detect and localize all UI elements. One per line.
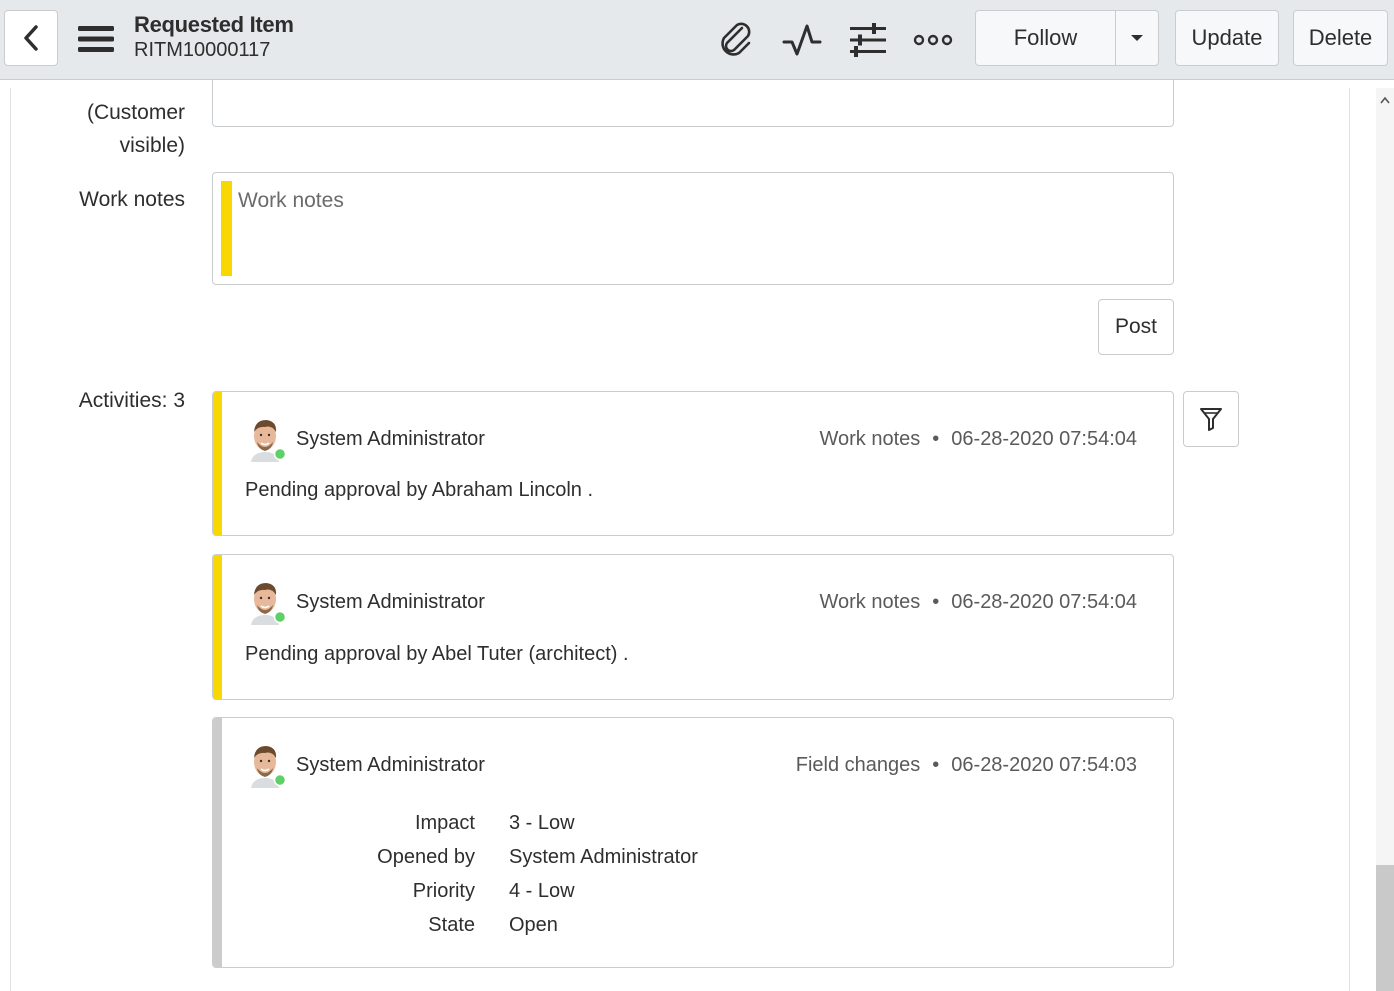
activity-text: Pending approval by Abraham Lincoln . bbox=[245, 479, 594, 501]
follow-dropdown-button[interactable] bbox=[1116, 11, 1158, 65]
personalize-form-button[interactable] bbox=[848, 20, 888, 60]
customer-label-line1: (Customer bbox=[86, 101, 185, 124]
separator-dot: • bbox=[932, 754, 940, 776]
field-change-value: System Administrator bbox=[509, 846, 698, 868]
field-change-name: Priority bbox=[412, 880, 475, 902]
field-change-name: Opened by bbox=[377, 846, 475, 868]
activity-stream-button[interactable] bbox=[782, 20, 822, 60]
activity-text: Pending approval by Abel Tuter (architec… bbox=[245, 643, 629, 665]
work-notes-field[interactable]: Work notes bbox=[212, 172, 1174, 285]
work-notes-placeholder: Work notes bbox=[238, 189, 344, 212]
activity-entry: System Administrator Field changes • 06-28… bbox=[212, 717, 1174, 968]
customer-label-line2: visible) bbox=[119, 134, 185, 157]
page-title: Requested Item bbox=[134, 12, 294, 37]
field-change-value: 3 - Low bbox=[509, 812, 575, 834]
separator-dot: • bbox=[932, 428, 940, 450]
activity-timestamp: 06-28-2020 07:54:04 bbox=[951, 428, 1137, 450]
field-change-value: Open bbox=[509, 914, 558, 936]
chevron-left-icon bbox=[24, 25, 38, 51]
update-button[interactable]: Update bbox=[1175, 10, 1279, 66]
activity-author: System Administrator bbox=[296, 428, 485, 450]
more-options-button[interactable] bbox=[913, 20, 953, 60]
activity-type: Work notes bbox=[819, 591, 921, 613]
field-change-row: Opened by System Administrator bbox=[213, 846, 1173, 876]
post-button[interactable]: Post bbox=[1098, 299, 1174, 355]
activity-timestamp: 06-28-2020 07:54:04 bbox=[951, 591, 1137, 613]
customer-visible-label: (Customer visible) bbox=[60, 96, 185, 162]
attachment-button[interactable] bbox=[716, 20, 756, 60]
field-change-name: State bbox=[428, 914, 475, 936]
field-change-row: Priority 4 - Low bbox=[213, 880, 1173, 910]
sliders-icon bbox=[850, 23, 886, 57]
activity-author: System Administrator bbox=[296, 754, 485, 776]
back-button[interactable] bbox=[4, 10, 58, 66]
follow-button[interactable]: Follow bbox=[976, 11, 1116, 65]
additional-comments-field[interactable] bbox=[212, 80, 1174, 127]
user-avatar-icon bbox=[251, 420, 285, 462]
activity-type: Work notes bbox=[819, 428, 921, 450]
form-header: Requested Item RITM10000117 Follow Updat… bbox=[0, 0, 1394, 80]
user-avatar-icon bbox=[251, 746, 285, 788]
pulse-icon bbox=[782, 24, 822, 56]
hamburger-menu-icon[interactable] bbox=[78, 24, 114, 54]
separator-dot: • bbox=[932, 591, 940, 613]
work-notes-label: Work notes bbox=[79, 188, 185, 211]
filter-icon bbox=[1200, 408, 1222, 431]
activity-timestamp: 06-28-2020 07:54:03 bbox=[951, 754, 1137, 776]
field-change-name: Impact bbox=[414, 812, 475, 834]
activity-entry: System Administrator Work notes • 06-28-20… bbox=[212, 554, 1174, 700]
work-notes-accent-bar bbox=[221, 181, 232, 276]
record-number: RITM10000117 bbox=[134, 39, 271, 61]
field-change-row: State Open bbox=[213, 914, 1173, 944]
activity-meta: Field changes • 06-28-2020 07:54:03 bbox=[796, 754, 1137, 777]
activity-type: Field changes bbox=[795, 754, 921, 776]
scrollbar-thumb[interactable] bbox=[1376, 865, 1394, 991]
work-notes-accent-bar bbox=[213, 392, 222, 535]
field-change-row: Impact 3 - Low bbox=[213, 812, 1173, 842]
more-icon bbox=[913, 34, 953, 46]
activities-label: Activities: 3 bbox=[78, 389, 185, 412]
follow-button-group: Follow bbox=[975, 10, 1159, 66]
activity-entry: System Administrator Work notes • 06-28-20… bbox=[212, 391, 1174, 536]
paperclip-icon bbox=[721, 22, 751, 56]
field-change-value: 4 - Low bbox=[509, 880, 575, 902]
work-notes-accent-bar bbox=[213, 555, 222, 699]
activity-author: System Administrator bbox=[296, 591, 485, 613]
vertical-scrollbar[interactable] bbox=[1376, 88, 1394, 991]
record-title-block: Requested Item RITM10000117 bbox=[134, 12, 294, 62]
scroll-up-arrow-icon[interactable] bbox=[1380, 96, 1390, 104]
activity-meta: Work notes • 06-28-2020 07:54:04 bbox=[819, 428, 1137, 451]
caret-down-icon bbox=[1131, 35, 1143, 41]
delete-button[interactable]: Delete bbox=[1293, 10, 1388, 66]
activity-meta: Work notes • 06-28-2020 07:54:04 bbox=[819, 591, 1137, 614]
filter-activities-button[interactable] bbox=[1183, 391, 1239, 447]
user-avatar-icon bbox=[251, 583, 285, 625]
